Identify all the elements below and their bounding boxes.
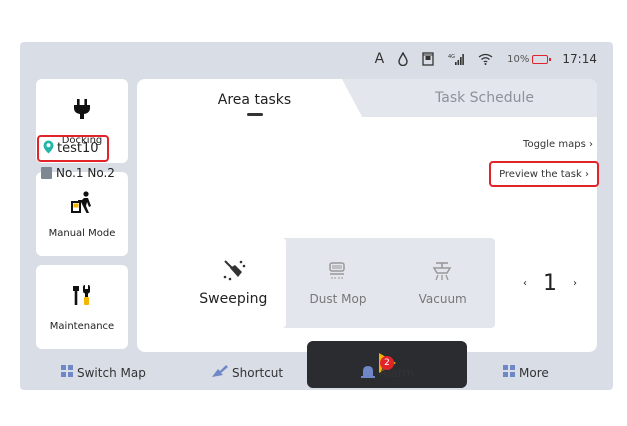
wifi-icon [478,53,493,65]
clock-time: 17:14 [562,52,597,66]
decrement-arrow-icon[interactable]: ‹ [523,278,527,289]
sweeping-icon [221,259,246,281]
status-bar: A 4G 10% 17:14 [20,42,613,76]
bottom-navigation: Switch Map Shortcut 2 Alarm More [20,355,613,390]
cleaning-mode-selector: Sweeping Dust Mop Vacuum [181,238,495,328]
task-tabs: Task Schedule Area tasks [137,79,597,120]
mode-label: Sweeping [199,291,268,307]
selected-areas[interactable]: No.1 No.2 [41,166,115,180]
nav-label: Shortcut [232,365,284,380]
repeat-count-stepper: ‹ 1 › [507,238,593,328]
repeat-count-value: 1 [543,270,557,296]
active-tab-indicator [247,113,263,116]
sidebar-item-manual-mode[interactable]: Manual Mode [36,172,128,256]
tab-label: Task Schedule [435,90,534,106]
preview-task-button[interactable]: Preview the task › [489,161,599,187]
water-drop-icon [398,52,408,66]
tools-icon [70,283,94,307]
sd-card-icon [422,52,434,66]
mode-dust-mop[interactable]: Dust Mop [286,238,391,328]
battery-icon [532,54,552,64]
tab-label: Area tasks [217,91,292,108]
current-map-selector[interactable]: test10 [37,135,109,162]
chevron-right-icon: › [581,168,589,180]
sidebar-item-label: Maintenance [49,320,115,332]
cellular-signal-icon: 4G [448,53,465,66]
nav-label: Switch Map [77,365,146,380]
sidebar: Docking Manual Mode Maintenance [36,79,128,358]
map-name-label: test10 [57,141,99,156]
shortcut-icon [211,364,229,381]
nav-label: More [519,365,549,380]
sidebar-item-label: Manual Mode [48,227,116,239]
alarm-icon [360,364,376,381]
docking-plug-icon [70,97,94,121]
status-a-indicator: A [374,51,385,67]
nav-more[interactable]: More [502,364,549,381]
nav-switch-map[interactable]: Switch Map [60,364,146,381]
location-pin-icon [43,140,54,158]
battery-indicator: 10% [507,53,552,65]
alarm-count-badge: 2 [380,356,394,370]
toggle-maps-label: Toggle maps [523,139,586,150]
nav-alarm[interactable]: 2 Alarm [360,356,414,381]
tab-task-schedule[interactable]: Task Schedule [372,79,597,117]
manual-push-icon [70,190,94,214]
mode-label: Dust Mop [309,292,367,306]
increment-arrow-icon[interactable]: › [573,278,577,289]
dust-mop-icon [326,260,350,282]
mode-sweeping[interactable]: Sweeping [181,238,286,328]
svg-text:4G: 4G [448,54,455,60]
vacuum-icon [431,260,455,282]
area-list-icon [41,167,52,179]
more-grid-icon [502,364,516,381]
nav-shortcut[interactable]: Shortcut [211,364,283,381]
areas-label: No.1 No.2 [56,166,115,180]
map-grid-icon [60,364,74,381]
chevron-right-icon: › [589,139,593,150]
mode-vacuum[interactable]: Vacuum [390,238,495,328]
device-screen: A 4G 10% 17:14 Docking Manual Mode Maint… [20,42,613,390]
mode-label: Vacuum [418,292,467,306]
sidebar-item-maintenance[interactable]: Maintenance [36,265,128,349]
preview-task-label: Preview the task [499,168,582,180]
battery-percent: 10% [507,53,530,65]
toggle-maps-link[interactable]: Toggle maps › [523,139,593,150]
